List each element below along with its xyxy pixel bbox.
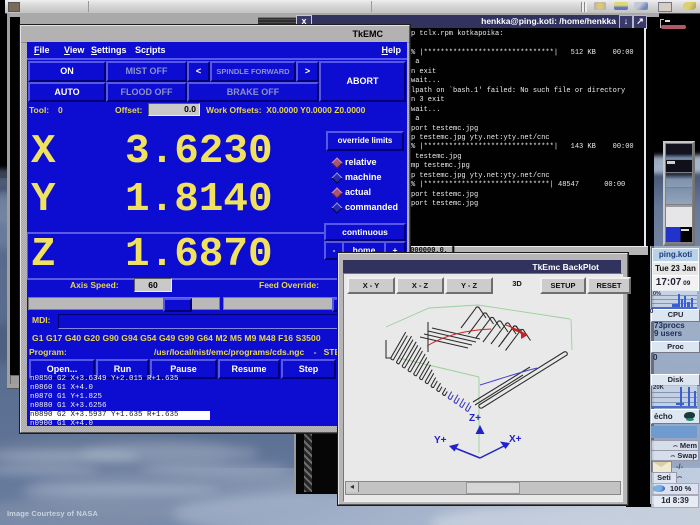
svg-text:Y+: Y+ (434, 435, 447, 446)
svg-text:Z+: Z+ (469, 413, 481, 424)
svg-text:X+: X+ (509, 434, 522, 445)
